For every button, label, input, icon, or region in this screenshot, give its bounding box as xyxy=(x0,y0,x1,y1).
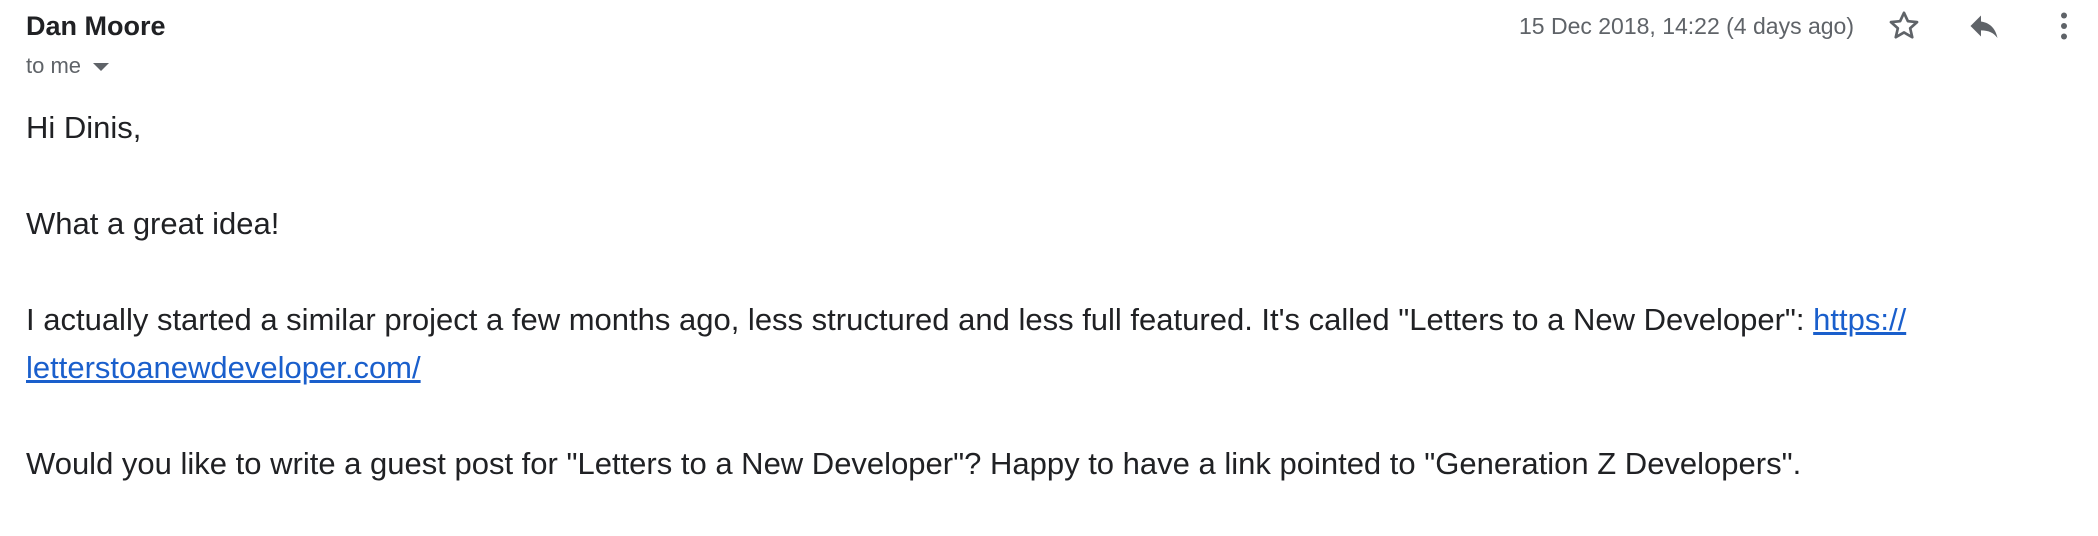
reply-icon xyxy=(1970,15,1998,38)
star-button[interactable] xyxy=(1882,4,1926,48)
more-vertical-icon xyxy=(2061,12,2067,40)
sender-name[interactable]: Dan Moore xyxy=(26,10,166,42)
recipient-details-toggle[interactable]: to me xyxy=(26,52,110,80)
email-message: Dan Moore to me 15 Dec 2018, 14:22 (4 da… xyxy=(26,0,2086,508)
body-line-2-text: I actually started a similar project a f… xyxy=(26,302,1814,337)
link-part-1[interactable]: https:// xyxy=(1813,302,1906,337)
body-line-2: I actually started a similar project a f… xyxy=(26,296,2046,392)
reply-button[interactable] xyxy=(1962,4,2006,48)
message-meta: 15 Dec 2018, 14:22 (4 days ago) xyxy=(1519,4,2086,48)
caret-down-icon[interactable] xyxy=(93,63,110,71)
message-date: 15 Dec 2018, 14:22 (4 days ago) xyxy=(1518,12,1854,39)
body-line-1: What a great idea! xyxy=(26,206,280,241)
star-icon xyxy=(1889,11,1919,39)
more-options-button[interactable] xyxy=(2042,4,2086,48)
greeting-line: Hi Dinis, xyxy=(26,110,142,145)
message-body: Hi Dinis, What a great idea! I actually … xyxy=(26,104,2046,536)
recipient-label: to me xyxy=(26,53,82,78)
body-line-3: Would you like to write a guest post for… xyxy=(26,446,1802,481)
link-part-2[interactable]: letterstoanewdeveloper.com/ xyxy=(26,350,421,385)
